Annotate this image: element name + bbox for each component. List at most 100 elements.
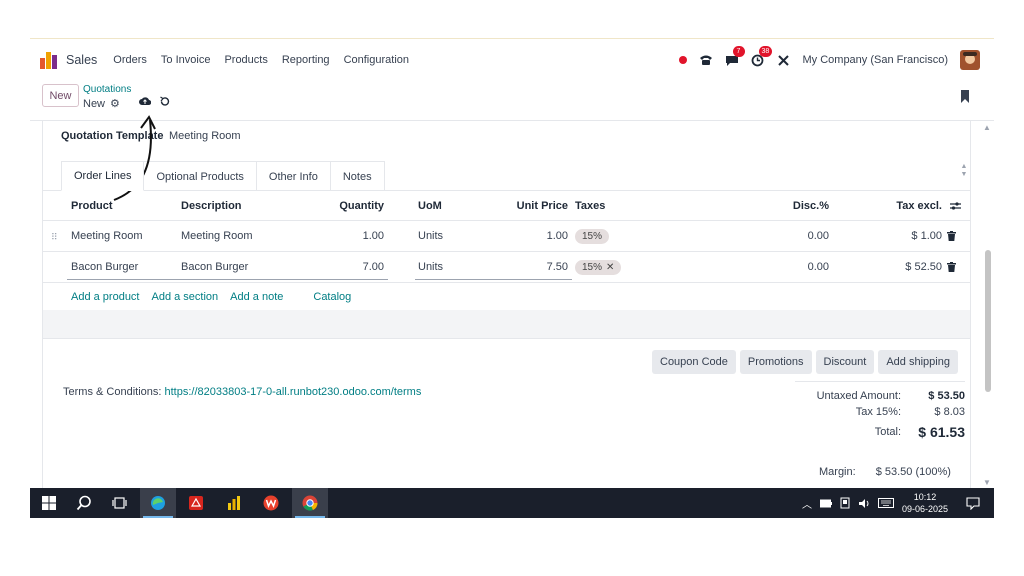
menu-products[interactable]: Products	[224, 54, 267, 66]
activity-clock-icon[interactable]: 38	[751, 46, 773, 67]
totals-summary: Untaxed Amount: $ 53.50 Tax 15%: $ 8.03 …	[795, 381, 965, 444]
trash-icon[interactable]	[947, 221, 956, 251]
keyboard-icon[interactable]	[877, 498, 894, 508]
top-border	[30, 38, 994, 39]
total-label: Total:	[874, 426, 901, 438]
chat-icon[interactable]: 7	[725, 46, 745, 67]
chrome-browser-icon[interactable]	[302, 495, 318, 511]
tax-label: Tax 15%:	[855, 406, 901, 418]
table-footer-band	[43, 310, 970, 339]
search-icon[interactable]	[76, 495, 92, 511]
catalog-link[interactable]: Catalog	[313, 291, 351, 303]
sales-app-icon[interactable]	[40, 52, 58, 69]
company-switcher[interactable]: My Company (San Francisco)	[803, 54, 949, 66]
line-description[interactable]: Bacon Burger	[181, 252, 248, 282]
user-avatar[interactable]	[960, 50, 980, 70]
menu-to-invoice[interactable]: To Invoice	[161, 54, 211, 66]
input-underline	[67, 279, 388, 280]
scroll-down-arrow[interactable]: ▼	[983, 478, 991, 487]
line-taxes[interactable]: 15% ✕	[575, 252, 622, 282]
trash-icon[interactable]	[947, 252, 956, 282]
phone-icon[interactable]	[699, 53, 713, 67]
volume-icon[interactable]	[858, 498, 870, 509]
tab-notes[interactable]: Notes	[329, 161, 385, 191]
main-menu: Sales Orders To Invoice Products Reporti…	[66, 44, 409, 76]
menu-configuration[interactable]: Configuration	[344, 54, 409, 66]
col-unit-price[interactable]: Unit Price	[503, 191, 568, 220]
line-product[interactable]: Bacon Burger	[71, 252, 138, 282]
add-product-link[interactable]: Add a product	[71, 291, 140, 303]
line-uom[interactable]: Units	[418, 252, 443, 282]
line-quantity[interactable]: 1.00	[323, 221, 384, 251]
wps-office-icon[interactable]	[263, 495, 279, 511]
line-uom[interactable]: Units	[418, 221, 443, 251]
remove-tag-icon[interactable]: ✕	[606, 262, 614, 273]
add-shipping-button[interactable]: Add shipping	[878, 350, 958, 374]
line-description[interactable]: Meeting Room	[181, 221, 253, 251]
breadcrumb-quotations[interactable]: Quotations	[83, 84, 131, 96]
coupon-code-button[interactable]: Coupon Code	[652, 350, 736, 374]
tab-order-lines[interactable]: Order Lines	[61, 161, 145, 191]
line-unit-price[interactable]: 7.50	[503, 252, 568, 282]
col-uom[interactable]: UoM	[418, 191, 442, 220]
line-discount[interactable]: 0.00	[783, 221, 829, 251]
activity-badge: 38	[758, 46, 773, 57]
power-bi-icon[interactable]	[226, 495, 242, 511]
pdf-reader-icon[interactable]	[188, 495, 204, 511]
table-row[interactable]: Bacon Burger Bacon Burger 7.00 Units 7.5…	[43, 252, 970, 283]
page-scrollbar-thumb[interactable]	[985, 250, 991, 392]
top-navbar: Sales Orders To Invoice Products Reporti…	[30, 44, 994, 76]
table-header: Product Description Quantity UoM Unit Pr…	[43, 191, 970, 221]
app-name[interactable]: Sales	[66, 53, 97, 67]
chat-badge: 7	[732, 46, 745, 57]
new-button[interactable]: New	[42, 84, 79, 107]
tab-other-info[interactable]: Other Info	[255, 161, 331, 191]
tax-value: $ 8.03	[934, 406, 965, 418]
scroll-up-arrow[interactable]: ▲	[983, 123, 991, 132]
tax-tag-label: 15%	[582, 230, 603, 242]
untaxed-row: Untaxed Amount: $ 53.50	[795, 388, 965, 404]
bookmark-icon[interactable]	[960, 90, 970, 103]
notebook-scroll-arrows[interactable]: ▲ ▼	[959, 163, 969, 189]
line-quantity[interactable]: 7.00	[323, 252, 384, 282]
edge-browser-icon[interactable]	[150, 495, 166, 511]
quotation-template-field[interactable]: Meeting Room	[169, 130, 241, 142]
menu-orders[interactable]: Orders	[113, 54, 147, 66]
total-value: $ 61.53	[918, 424, 965, 440]
line-discount[interactable]: 0.00	[783, 252, 829, 282]
notifications-icon[interactable]	[966, 496, 980, 510]
task-view-icon[interactable]	[112, 495, 128, 511]
col-tax-excl[interactable]: Tax excl.	[883, 191, 942, 220]
col-description[interactable]: Description	[181, 191, 242, 220]
tax-tag-label: 15%	[582, 261, 603, 273]
column-settings-icon[interactable]	[950, 191, 961, 220]
show-hidden-icons-chevron-icon[interactable]: ︿	[802, 496, 812, 511]
network-icon[interactable]	[840, 497, 850, 509]
untaxed-value: $ 53.50	[928, 390, 965, 402]
battery-icon[interactable]	[819, 499, 832, 508]
add-note-link[interactable]: Add a note	[230, 291, 283, 303]
col-quantity[interactable]: Quantity	[323, 191, 384, 220]
col-taxes[interactable]: Taxes	[575, 191, 605, 220]
recording-indicator-icon[interactable]	[678, 56, 687, 64]
line-unit-price[interactable]: 1.00	[503, 221, 568, 251]
systray: 7 38 My Company (San Francisco)	[678, 44, 980, 76]
col-discount[interactable]: Disc.%	[783, 191, 829, 220]
terms-label: Terms & Conditions:	[63, 386, 162, 398]
line-product[interactable]: Meeting Room	[71, 221, 143, 251]
add-section-link[interactable]: Add a section	[152, 291, 219, 303]
taskbar-clock[interactable]: 10:12 09-06-2025	[902, 491, 948, 515]
promotions-button[interactable]: Promotions	[739, 350, 812, 374]
windows-start-icon[interactable]	[41, 495, 57, 511]
input-underline	[415, 279, 572, 280]
debug-tools-icon[interactable]	[777, 53, 791, 67]
untaxed-label: Untaxed Amount:	[816, 390, 901, 402]
table-row[interactable]: ⠿ Meeting Room Meeting Room 1.00 Units 1…	[43, 221, 970, 252]
terms-link[interactable]: https://82033803-17-0-all.runbot230.odoo…	[165, 386, 422, 398]
menu-reporting[interactable]: Reporting	[282, 54, 330, 66]
drag-handle-icon[interactable]: ⠿	[51, 232, 59, 242]
tax-tag: 15%	[575, 228, 610, 244]
annotation-arrow	[113, 115, 156, 201]
discount-button[interactable]: Discount	[815, 350, 875, 374]
line-taxes[interactable]: 15%	[575, 221, 610, 251]
